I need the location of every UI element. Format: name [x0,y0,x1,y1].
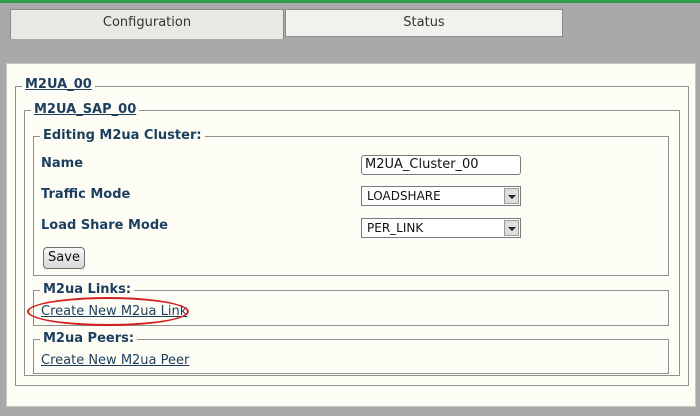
load-share-mode-label: Load Share Mode [41,218,168,233]
traffic-mode-label: Traffic Mode [41,187,131,202]
traffic-mode-select[interactable]: LOADSHARE [361,186,521,206]
tab-status[interactable]: Status [285,9,563,37]
cluster-fieldset [33,136,669,276]
main-panel: M2UA_00 M2UA_SAP_00 Editing M2ua Cluster… [6,63,696,407]
cluster-legend: Editing M2ua Cluster: [40,129,205,143]
load-share-mode-value: PER_LINK [367,221,424,235]
tab-configuration[interactable]: Configuration [10,9,284,39]
sap-title-link[interactable]: M2UA_SAP_00 [31,103,140,117]
save-button[interactable]: Save [43,247,85,269]
chevron-down-icon[interactable] [504,188,519,204]
highlight-ellipse [27,297,189,326]
load-share-mode-select[interactable]: PER_LINK [361,218,521,238]
create-m2ua-peer-link[interactable]: Create New M2ua Peer [41,353,189,368]
peers-legend: M2ua Peers: [40,332,138,346]
tab-bar: Configuration Status [0,3,700,61]
bottom-bar [0,408,700,416]
m2ua-title-link[interactable]: M2UA_00 [22,78,95,92]
traffic-mode-value: LOADSHARE [367,189,441,203]
links-legend: M2ua Links: [40,283,135,297]
name-input[interactable]: M2UA_Cluster_00 [361,155,521,175]
name-label: Name [41,156,84,171]
chevron-down-icon[interactable] [504,220,519,236]
